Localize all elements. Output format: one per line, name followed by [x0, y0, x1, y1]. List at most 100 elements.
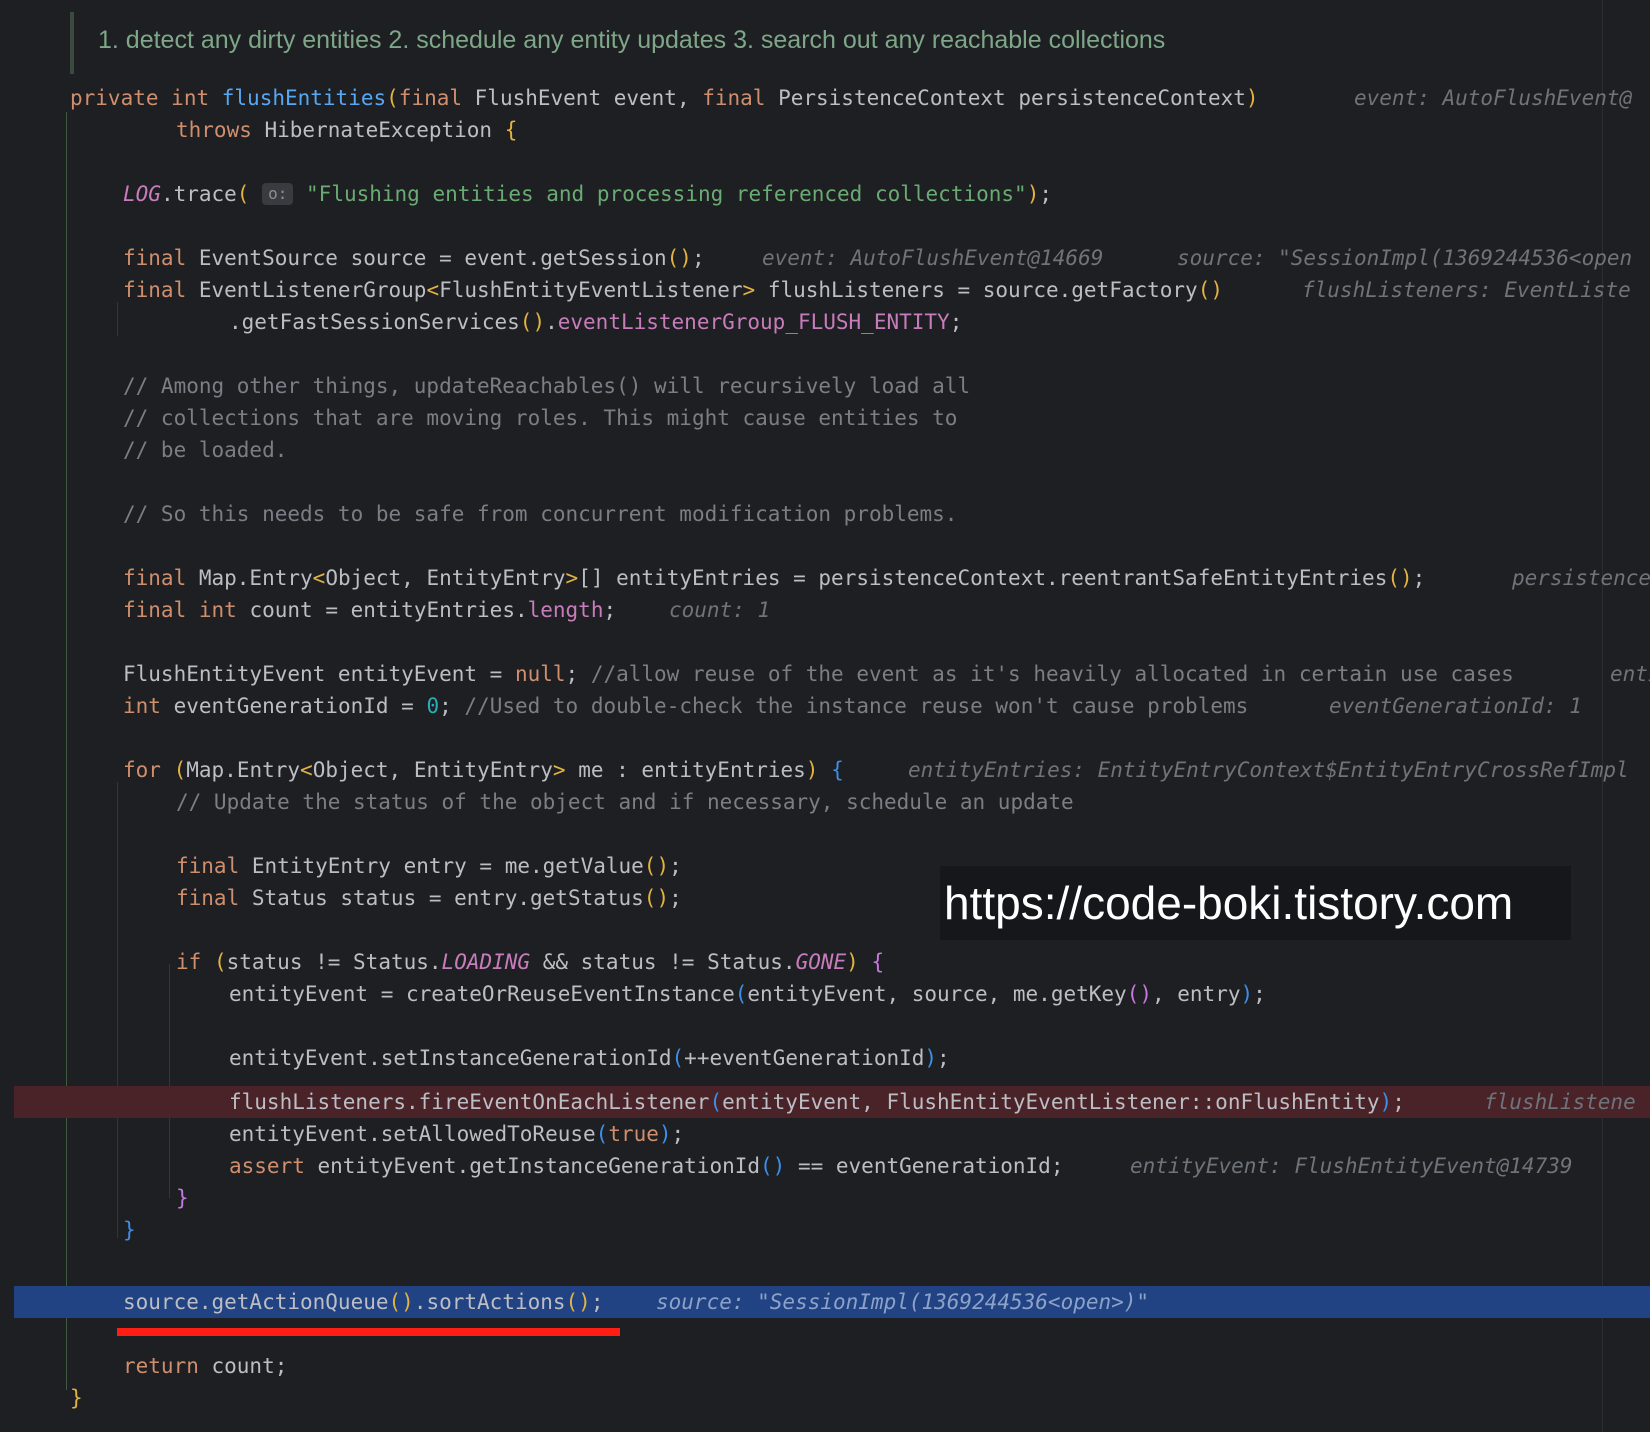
code-text: count = entityEntries. [236, 598, 528, 622]
code-text: == eventGenerationId; [785, 1154, 1064, 1178]
debug-inline-hint-generation-id: eventGenerationId: 1 [1329, 694, 1582, 718]
debug-inline-hint-event: event: AutoFlushEvent@14669 [762, 246, 1104, 270]
code-line-throws[interactable]: throws HibernateException { [176, 114, 517, 146]
code-line-status[interactable]: final Status status = entry.getStatus(); [176, 882, 682, 914]
code-text: [] entityEntries = persistenceContext.re… [578, 566, 1388, 590]
code-text: .sortActions [413, 1290, 566, 1314]
code-text: entityEvent, FlushEntityEventListener::o… [722, 1090, 1380, 1114]
code-line-assert[interactable]: assert entityEvent.getInstanceGeneration… [229, 1150, 1063, 1182]
code-text: count; [198, 1354, 288, 1378]
kw-final: final [123, 278, 187, 302]
right-margin-guide [1602, 0, 1603, 1432]
code-text: entityEvent = createOrReuseEventInstance [229, 982, 735, 1006]
code-line-if-status[interactable]: if (status != Status.LOADING && status !… [176, 946, 884, 978]
comment-line: // collections that are moving roles. Th… [123, 406, 958, 430]
code-text: entityEvent.setAllowedToReuse [229, 1122, 596, 1146]
trace-call: .trace [160, 182, 237, 206]
code-line-set-generation-id[interactable]: entityEvent.setInstanceGenerationId(++ev… [229, 1042, 950, 1074]
code-text: Status status = entry.getStatus [239, 886, 644, 910]
code-line-entity-event[interactable]: FlushEntityEvent entityEvent = null; //a… [123, 658, 1514, 690]
kw-int: int [123, 694, 161, 718]
indent-guide-for [117, 782, 118, 1238]
debug-inline-hint-count: count: 1 [669, 598, 771, 622]
string-literal: "Flushing entities and processing refere… [306, 182, 1027, 206]
code-line-event-generation-id[interactable]: int eventGenerationId = 0; //Used to dou… [123, 690, 1248, 722]
generic-type: Object, EntityEntry [312, 758, 553, 782]
log-field: LOG [123, 182, 161, 206]
inline-comment: //Used to double-check the instance reus… [464, 694, 1249, 718]
code-text: flushListeners = source.getFactory [755, 278, 1198, 302]
debug-inline-hint-entity-event: entityEvent: FlushEntityEvent@14739 [1130, 1154, 1573, 1178]
code-text: ++eventGenerationId [684, 1046, 925, 1070]
comment-line: // be loaded. [123, 438, 288, 462]
code-line-log-trace[interactable]: LOG.trace( o: "Flushing entities and pro… [123, 178, 1052, 210]
comment-line: // Among other things, updateReachables(… [123, 374, 971, 398]
kw-throws: throws [176, 118, 252, 142]
code-text: .getFastSessionServices [229, 310, 520, 334]
code-line-fire-event-breakpoint[interactable]: flushListeners.fireEventOnEachListener(e… [229, 1086, 1405, 1118]
code-text: EventSource source = event.getSession [186, 246, 667, 270]
code-line-entry[interactable]: final EntityEntry entry = me.getValue(); [176, 850, 682, 882]
code-text: entityEvent.getInstanceGenerationId [304, 1154, 761, 1178]
doc-comment-text: 1. detect any dirty entities 2. schedule… [98, 26, 1166, 54]
kw-final: final [176, 854, 240, 878]
code-line-event-source[interactable]: final EventSource source = event.getSess… [123, 242, 705, 274]
closing-brace-if: } [176, 1186, 189, 1210]
kw-final: final [398, 86, 463, 110]
code-text: , entry [1151, 982, 1241, 1006]
debug-inline-hint-source: source: "SessionImpl(1369244536<open [1177, 246, 1633, 270]
debug-inline-hint-flush-listeners: flushListene [1484, 1090, 1636, 1114]
code-line-count[interactable]: final int count = entityEntries.length; [123, 594, 616, 626]
closing-brace-method: } [70, 1386, 83, 1410]
kw-final: final [123, 566, 187, 590]
kw-if: if [176, 950, 202, 974]
field-ref: eventListenerGroup_FLUSH_ENTITY [557, 310, 950, 334]
code-text: FlushEntityEvent entityEvent = [123, 662, 515, 686]
kw-final: final [123, 598, 187, 622]
code-text: me : entityEntries [565, 758, 806, 782]
code-line-flush-listeners[interactable]: final EventListenerGroup<FlushEntityEven… [123, 274, 1223, 306]
closing-brace-for: } [123, 1218, 136, 1242]
debug-inline-hint-persistence: persistence [1512, 566, 1650, 590]
method-name[interactable]: flushEntities [222, 86, 386, 110]
enum-constant: GONE [795, 950, 847, 974]
debug-inline-hint-event: event: AutoFlushEvent@ [1354, 86, 1633, 110]
debug-inline-hint-entity-event: enti [1610, 662, 1650, 686]
number-literal: 0 [426, 694, 440, 718]
code-text: eventGenerationId = [160, 694, 427, 718]
code-text: EntityEntry entry = me.getValue [239, 854, 644, 878]
kw-final: final [176, 886, 240, 910]
kw-true: true [608, 1122, 659, 1146]
code-line-sort-actions-current[interactable]: source.getActionQueue().sortActions(); [123, 1286, 603, 1318]
code-text: Map.Entry [186, 566, 313, 590]
code-line-return[interactable]: return count; [123, 1350, 287, 1382]
parameter-name-hint: o: [262, 183, 294, 205]
debug-inline-hint-entity-entries: entityEntries: EntityEntryContext$Entity… [908, 758, 1629, 782]
kw-null: null [514, 662, 566, 686]
code-line-fast-session-services[interactable]: .getFastSessionServices().eventListenerG… [229, 306, 962, 338]
code-text: source.getActionQueue [123, 1290, 389, 1314]
code-line-set-allowed-reuse[interactable]: entityEvent.setAllowedToReuse(true); [229, 1118, 684, 1150]
enum-constant: LOADING [441, 950, 531, 974]
kw-assert: assert [229, 1154, 305, 1178]
inline-comment: //allow reuse of the event as it's heavi… [590, 662, 1514, 686]
code-text: Map.Entry [186, 758, 301, 782]
param-persistence-context: PersistenceContext persistenceContext [765, 86, 1246, 110]
kw-int: int [198, 598, 237, 622]
kw-for: for [123, 758, 161, 782]
comment-line: // Update the status of the object and i… [176, 790, 1074, 814]
generic-type: FlushEntityEventListener [439, 278, 743, 302]
field-ref: length [527, 598, 604, 622]
code-text: entityEvent.setInstanceGenerationId [229, 1046, 672, 1070]
code-line-create-event[interactable]: entityEvent = createOrReuseEventInstance… [229, 978, 1266, 1010]
code-line-entity-entries[interactable]: final Map.Entry<Object, EntityEntry>[] e… [123, 562, 1425, 594]
code-line-for-loop[interactable]: for (Map.Entry<Object, EntityEntry> me :… [123, 754, 844, 786]
exception-type: HibernateException [251, 118, 505, 142]
indent-guide-if [169, 964, 170, 1198]
param-event: FlushEvent event, [462, 86, 703, 110]
code-line-method-signature[interactable]: private int flushEntities(final FlushEve… [70, 82, 1259, 114]
rendered-doc-comment: 1. detect any dirty entities 2. schedule… [70, 12, 1574, 74]
generic-type: Object, EntityEntry [325, 566, 566, 590]
indent-guide-method [66, 112, 67, 1390]
watermark-url: https://code-boki.tistory.com [940, 866, 1571, 940]
